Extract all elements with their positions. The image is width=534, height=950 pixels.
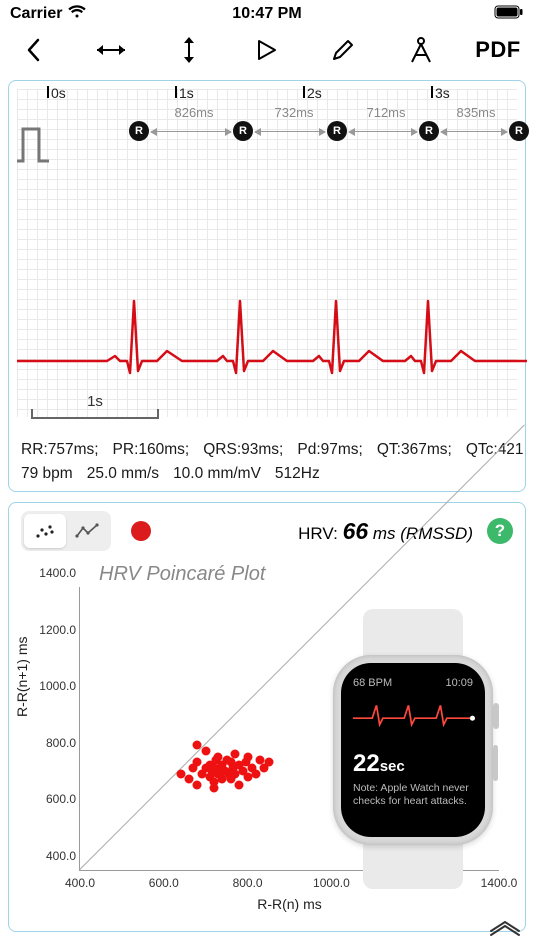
rr-label: 732ms	[259, 105, 329, 120]
poincare-point	[264, 758, 273, 767]
hrv-header: HRV: 66 ms (RMSSD) ?	[17, 511, 517, 551]
ecg-waveform	[17, 261, 527, 401]
watch-seconds-unit: sec	[380, 758, 405, 775]
rr-label: 826ms	[159, 105, 229, 120]
watch-bpm: 68 BPM	[353, 677, 392, 689]
poincare-plot[interactable]: HRV Poincaré Plot 400.0 600.0 800.0 1000…	[19, 559, 515, 921]
scale-bar: 1s	[31, 409, 159, 423]
time-tick-3: 3s	[435, 85, 450, 101]
poincare-point	[193, 781, 202, 790]
xtick: 800.0	[233, 876, 263, 890]
stats-row-intervals: RR:757ms; PR:160ms; QRS:93ms; Pd:97ms; Q…	[21, 439, 519, 461]
calibration-pulse-icon	[15, 121, 53, 168]
line-mode-button[interactable]	[66, 514, 108, 548]
wifi-icon	[68, 5, 86, 24]
rr-label: 712ms	[351, 105, 421, 120]
xtick: 400.0	[65, 876, 95, 890]
stats-row-settings: 79 bpm 25.0 mm/s 10.0 mm/mV 512Hz	[21, 463, 519, 485]
ecg-card[interactable]: 0s 1s 2s 3s R R R R R 826ms 732ms 712ms …	[8, 80, 526, 492]
rr-arrow	[151, 131, 231, 132]
horizontal-stretch-button[interactable]	[81, 30, 141, 70]
xtick: 600.0	[149, 876, 179, 890]
ytick: 1200.0	[26, 623, 76, 637]
time-tick-0: 0s	[51, 85, 66, 101]
r-marker: R	[419, 121, 439, 141]
ytick: 1400.0	[26, 566, 76, 580]
poincare-point	[201, 747, 210, 756]
scale-label: 1s	[87, 393, 103, 410]
apple-watch-illustration: 68 BPM 10:09 22sec Note: Apple Watch nev…	[323, 609, 503, 889]
hrv-label: HRV:	[298, 524, 338, 543]
poincare-title: HRV Poincaré Plot	[99, 563, 265, 586]
rr-arrow	[255, 131, 325, 132]
status-right	[353, 5, 524, 24]
r-marker: R	[129, 121, 149, 141]
poincare-point	[235, 781, 244, 790]
poincare-point	[193, 741, 202, 750]
ytick: 1000.0	[26, 679, 76, 693]
ytick: 800.0	[26, 736, 76, 750]
status-bar: Carrier 10:47 PM	[0, 0, 534, 28]
r-marker: R	[233, 121, 253, 141]
y-axis-label: R-R(n+1) ms	[14, 637, 30, 718]
caliper-button[interactable]	[391, 30, 451, 70]
watch-ecg-icon	[353, 699, 485, 731]
back-button[interactable]	[4, 30, 64, 70]
play-button[interactable]	[236, 30, 296, 70]
watch-time: 10:09	[445, 677, 473, 689]
r-marker: R	[327, 121, 347, 141]
vertical-stretch-button[interactable]	[159, 30, 219, 70]
carrier-label: Carrier	[10, 5, 62, 23]
ytick: 400.0	[26, 849, 76, 863]
poincare-point	[210, 783, 219, 792]
r-marker: R	[509, 121, 529, 141]
hrv-card: HRV: 66 ms (RMSSD) ? HRV Poincaré Plot 4…	[8, 502, 526, 932]
status-left: Carrier	[10, 5, 181, 24]
hrv-number: 66	[343, 518, 369, 544]
battery-icon	[494, 5, 524, 24]
time-tick-1: 1s	[179, 85, 194, 101]
ytick: 600.0	[26, 792, 76, 806]
edit-button[interactable]	[313, 30, 373, 70]
time-tick-2: 2s	[307, 85, 322, 101]
poincare-point	[251, 769, 260, 778]
rr-arrow	[349, 131, 417, 132]
poincare-point	[231, 749, 240, 758]
pdf-button[interactable]: PDF	[468, 30, 528, 70]
watch-screen: 68 BPM 10:09 22sec Note: Apple Watch nev…	[341, 663, 485, 837]
rr-arrow	[441, 131, 507, 132]
poincare-point	[243, 752, 252, 761]
chart-type-segmented	[21, 511, 111, 551]
toolbar: PDF	[0, 28, 534, 72]
x-axis-label: R-R(n) ms	[257, 896, 322, 912]
watch-note: Note: Apple Watch never checks for heart…	[353, 782, 473, 808]
help-button[interactable]: ?	[487, 518, 513, 544]
record-indicator-icon[interactable]	[131, 521, 151, 541]
scatter-mode-button[interactable]	[24, 514, 66, 548]
poincare-point	[176, 769, 185, 778]
rr-label: 835ms	[441, 105, 511, 120]
ecg-stats: RR:757ms; PR:160ms; QRS:93ms; Pd:97ms; Q…	[21, 439, 519, 485]
expand-chevron-icon[interactable]	[488, 921, 522, 944]
watch-seconds: 22	[353, 750, 380, 777]
hrv-value: HRV: 66 ms (RMSSD)	[298, 518, 473, 545]
clock: 10:47 PM	[181, 5, 352, 23]
